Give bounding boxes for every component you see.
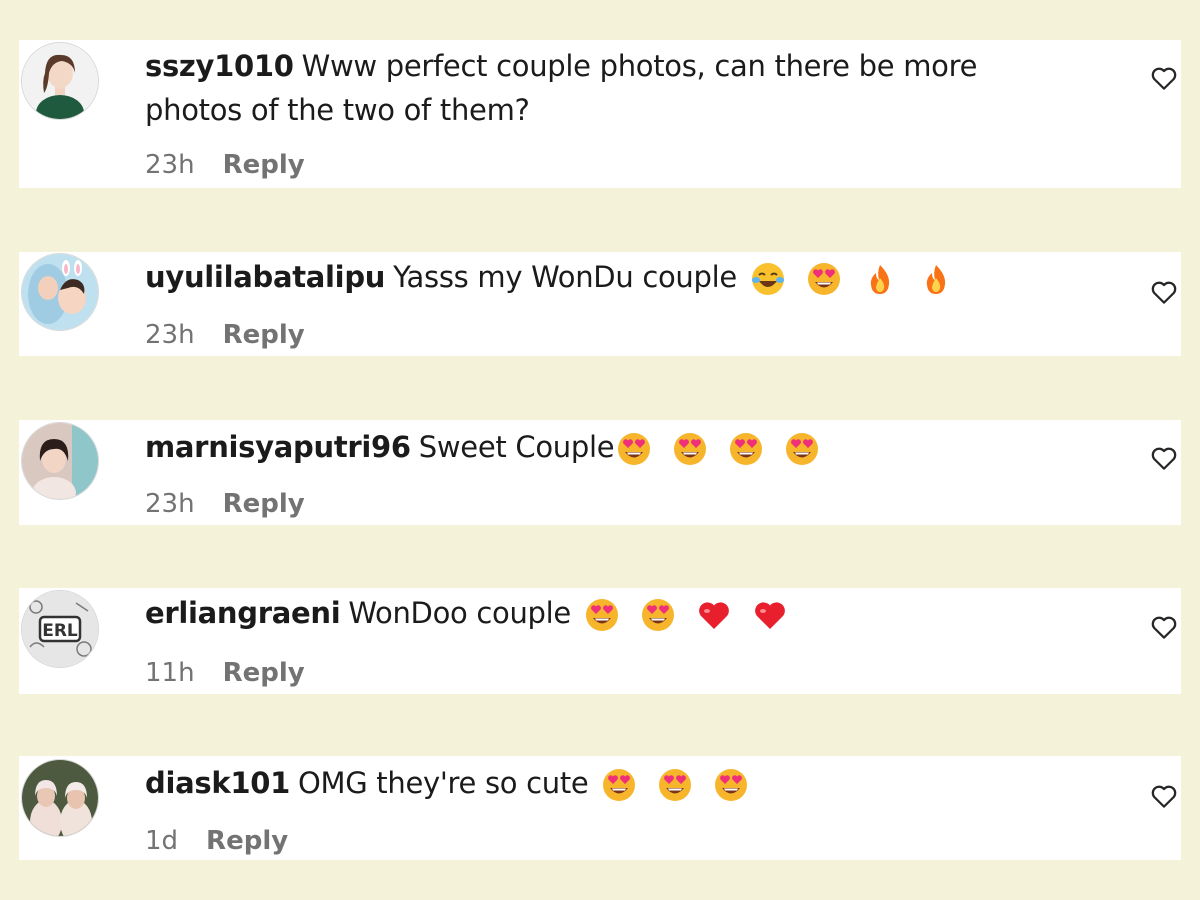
star-struck-heart-eyes-icon [601,767,637,803]
star-struck-heart-eyes-icon [657,767,693,803]
comment-text: erliangraeni WonDoo couple [145,591,1061,641]
username[interactable]: diask101 [145,766,290,800]
avatar[interactable]: ERL [22,591,98,667]
comment-item: uyulilabatalipu Yasss my WonDu couple 23h… [19,252,1181,356]
avatar-image [22,760,98,836]
reply-button[interactable]: Reply [223,320,305,350]
username[interactable]: marnisyaputri96 [145,430,411,464]
red-heart-icon [696,597,732,633]
comment-text: marnisyaputri96 Sweet Couple [145,425,1061,475]
avatar[interactable] [22,760,98,836]
red-heart-icon [752,597,788,633]
comment-text: uyulilabatalipu Yasss my WonDu couple [145,255,1061,305]
like-heart-icon[interactable] [1149,443,1179,473]
username[interactable]: erliangraeni [145,596,341,630]
face-with-tears-of-joy-icon [750,261,786,297]
comment-text: sszy1010 Www perfect couple photos, can t… [145,44,1061,132]
comment-body: WonDoo couple [348,596,571,630]
comment-body: Yasss my WonDu couple [393,260,737,294]
emoji-group [750,261,965,305]
emoji-group [601,767,760,811]
emoji-group [616,431,831,475]
like-heart-icon[interactable] [1149,781,1179,811]
fire-icon [918,261,954,297]
star-struck-heart-eyes-icon [584,597,620,633]
comment-meta: 23h Reply [145,320,305,350]
star-struck-heart-eyes-icon [784,431,820,467]
timestamp: 23h [145,489,195,519]
like-heart-icon[interactable] [1149,63,1179,93]
avatar[interactable] [22,423,98,499]
comment-meta: 23h Reply [145,489,305,519]
avatar-image: ERL [22,591,98,667]
comment-item: diask101 OMG they're so cute 1d Reply [19,756,1181,860]
comment-item: sszy1010 Www perfect couple photos, can t… [19,40,1181,188]
username[interactable]: sszy1010 [145,49,294,83]
comment-meta: 1d Reply [145,826,288,856]
like-heart-icon[interactable] [1149,612,1179,642]
timestamp: 11h [145,658,195,688]
star-struck-heart-eyes-icon [616,431,652,467]
comment-item: marnisyaputri96 Sweet Couple 23h Reply [19,420,1181,525]
comment-body: OMG they're so cute [297,766,589,800]
reply-button[interactable]: Reply [223,489,305,519]
timestamp: 1d [145,826,179,856]
avatar[interactable] [22,43,98,119]
comment-text: diask101 OMG they're so cute [145,761,1061,811]
star-struck-heart-eyes-icon [806,261,842,297]
comment-body: Sweet Couple [418,430,615,464]
svg-text:ERL: ERL [42,621,78,641]
emoji-group [584,597,799,641]
avatar[interactable] [22,254,98,330]
star-struck-heart-eyes-icon [713,767,749,803]
fire-icon [862,261,898,297]
avatar-image [22,423,98,499]
comment-meta: 23h Reply [145,150,305,180]
reply-button[interactable]: Reply [223,150,305,180]
star-struck-heart-eyes-icon [672,431,708,467]
reply-button[interactable]: Reply [206,826,288,856]
star-struck-heart-eyes-icon [640,597,676,633]
comment-item: ERL erliangraeni WonDoo couple 11h Reply [19,588,1181,694]
timestamp: 23h [145,320,195,350]
like-heart-icon[interactable] [1149,277,1179,307]
avatar-image [22,43,98,119]
comment-meta: 11h Reply [145,658,305,688]
reply-button[interactable]: Reply [223,658,305,688]
star-struck-heart-eyes-icon [728,431,764,467]
timestamp: 23h [145,150,195,180]
username[interactable]: uyulilabatalipu [145,260,385,294]
avatar-image [22,254,98,330]
